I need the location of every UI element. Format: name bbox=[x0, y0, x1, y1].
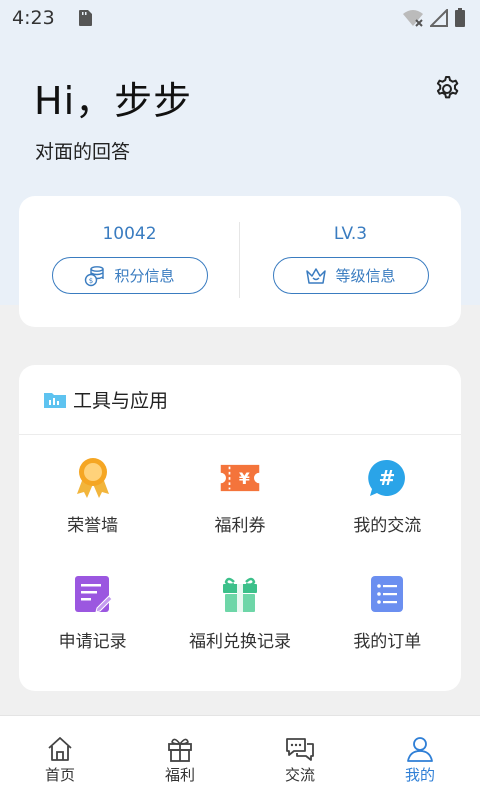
wifi-off-icon bbox=[403, 10, 423, 27]
level-value: LV.3 bbox=[333, 224, 368, 244]
tool-label: 荣誉墙 bbox=[67, 516, 119, 536]
folder-chart-icon bbox=[44, 392, 66, 408]
status-bar: 4:23 bbox=[0, 0, 480, 36]
level-info-label: 等级信息 bbox=[335, 267, 396, 285]
tool-label: 申请记录 bbox=[58, 632, 127, 652]
greeting-title: Hi，步步 bbox=[34, 79, 193, 123]
points-info-button[interactable]: $ 积分信息 bbox=[51, 257, 208, 294]
hashtag-chat-icon: # bbox=[366, 457, 408, 499]
nav-label: 首页 bbox=[44, 766, 75, 784]
stats-card: 10042 $ 积分信息 LV.3 等级信息 bbox=[19, 196, 461, 327]
status-time: 4:23 bbox=[12, 7, 55, 29]
medal-icon bbox=[72, 457, 114, 499]
nav-mine[interactable]: 我的 bbox=[360, 716, 480, 800]
sd-card-icon bbox=[78, 10, 92, 26]
nav-home[interactable]: 首页 bbox=[0, 716, 120, 800]
coins-icon: $ bbox=[85, 265, 105, 286]
tool-label: 福利兑换记录 bbox=[188, 632, 291, 652]
gear-icon bbox=[436, 76, 459, 99]
level-section: LV.3 等级信息 bbox=[240, 196, 461, 327]
list-icon bbox=[366, 573, 408, 615]
gift-outline-icon bbox=[168, 738, 192, 762]
tool-application-records[interactable]: 申请记录 bbox=[19, 573, 166, 689]
nav-label: 交流 bbox=[284, 766, 315, 784]
points-section: 10042 $ 积分信息 bbox=[19, 196, 240, 327]
nav-exchange[interactable]: 交流 bbox=[240, 716, 360, 800]
user-subtitle: 对面的回答 bbox=[35, 141, 131, 163]
points-value: 10042 bbox=[102, 224, 157, 244]
tool-label: 福利券 bbox=[214, 516, 266, 536]
home-icon bbox=[48, 737, 72, 761]
notepad-pencil-icon bbox=[72, 573, 114, 615]
tool-welfare-exchange-records[interactable]: 福利兑换记录 bbox=[166, 573, 313, 689]
tool-my-exchange[interactable]: # 我的交流 bbox=[314, 457, 461, 573]
status-icons bbox=[402, 8, 466, 28]
points-info-label: 积分信息 bbox=[114, 267, 175, 285]
tool-honor-wall[interactable]: 荣誉墙 bbox=[19, 457, 166, 573]
coupon-icon: ¥ bbox=[219, 457, 261, 499]
gift-icon bbox=[219, 573, 261, 615]
tool-my-orders[interactable]: 我的订单 bbox=[314, 573, 461, 689]
svg-text:#: # bbox=[379, 466, 396, 490]
bottom-nav: 首页 福利 交流 我的 bbox=[0, 715, 480, 800]
svg-text:$: $ bbox=[89, 277, 93, 285]
tools-card: 工具与应用 荣誉墙 ¥ 福利券 # 我的交流 申请记录 福利兑换记录 我的订单 bbox=[19, 365, 461, 691]
tool-coupons[interactable]: ¥ 福利券 bbox=[166, 457, 313, 573]
tools-grid: 荣誉墙 ¥ 福利券 # 我的交流 申请记录 福利兑换记录 我的订单 bbox=[19, 435, 461, 689]
battery-icon bbox=[455, 8, 465, 27]
chat-icon bbox=[286, 738, 314, 761]
stats-divider bbox=[239, 222, 240, 298]
nav-label: 福利 bbox=[164, 766, 195, 784]
tools-header: 工具与应用 bbox=[19, 365, 461, 435]
cell-signal-icon bbox=[430, 9, 448, 27]
nav-label: 我的 bbox=[404, 766, 435, 784]
tool-label: 我的订单 bbox=[353, 632, 422, 652]
tools-title: 工具与应用 bbox=[73, 390, 169, 412]
svg-text:¥: ¥ bbox=[239, 469, 250, 488]
nav-welfare[interactable]: 福利 bbox=[120, 716, 240, 800]
tool-label: 我的交流 bbox=[353, 516, 422, 536]
user-icon bbox=[407, 737, 433, 762]
settings-button[interactable] bbox=[430, 72, 464, 106]
crown-icon bbox=[306, 267, 327, 284]
level-info-button[interactable]: 等级信息 bbox=[272, 257, 429, 294]
